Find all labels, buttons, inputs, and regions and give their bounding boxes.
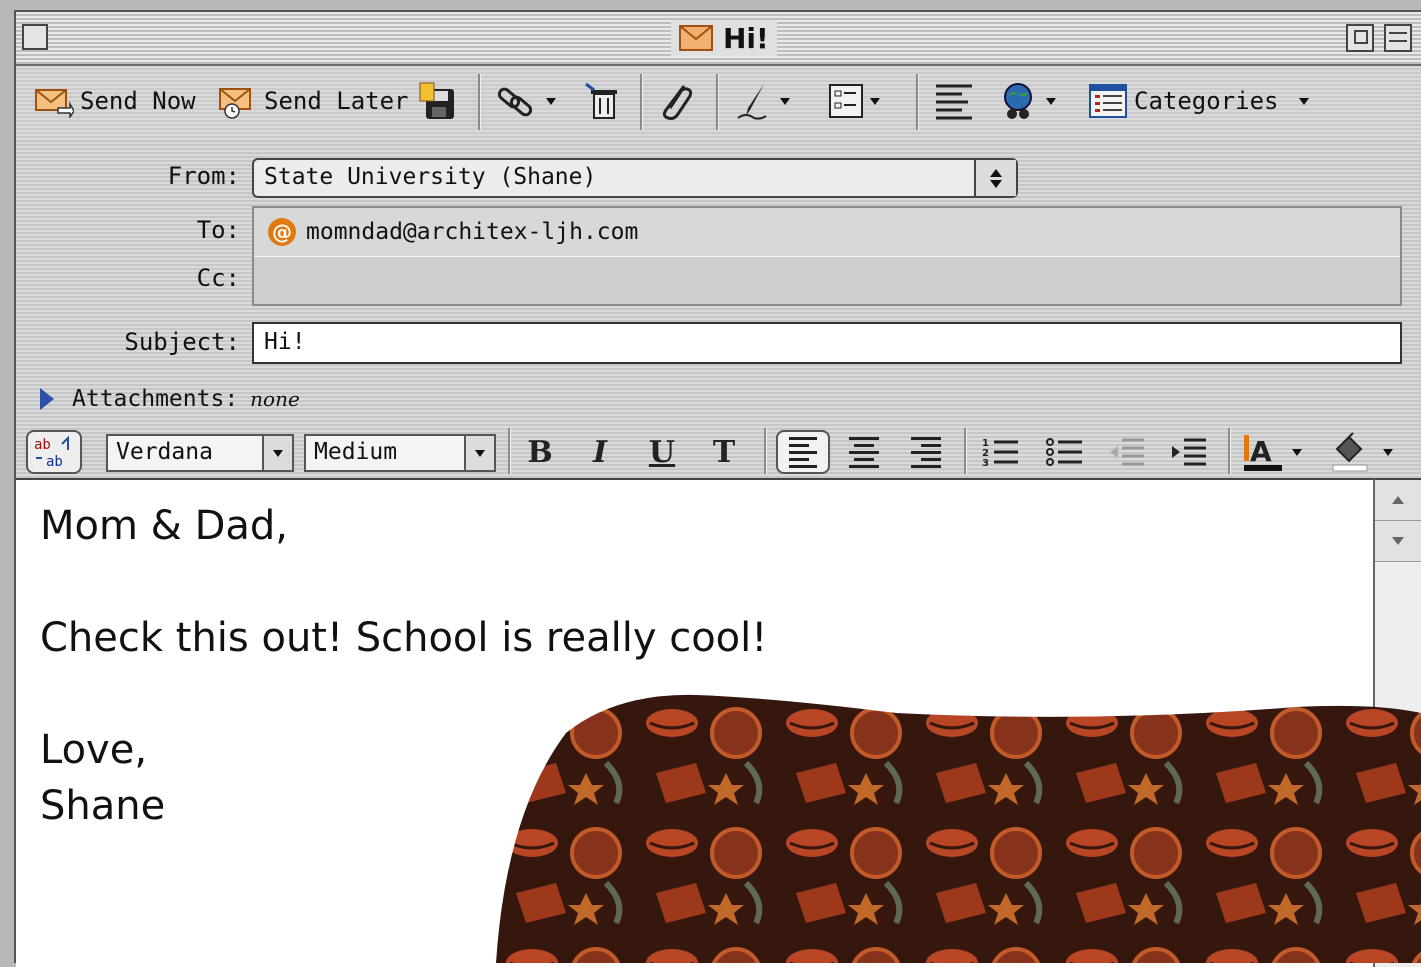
disclosure-triangle-icon[interactable]	[40, 388, 54, 410]
priority-menu-arrow[interactable]	[870, 97, 880, 105]
categories-menu-arrow[interactable]	[1298, 97, 1309, 105]
align-center-icon	[849, 436, 879, 468]
address-list-icon	[932, 80, 976, 122]
zoom-box[interactable]	[1346, 24, 1374, 52]
priority-button[interactable]	[828, 78, 880, 124]
send-now-button[interactable]: Send Now	[34, 78, 196, 124]
send-later-icon	[218, 83, 258, 119]
email-address-icon: @	[268, 218, 296, 246]
spelling-button[interactable]: ab ab	[26, 430, 82, 474]
directory-menu-arrow[interactable]	[1046, 97, 1056, 105]
from-label: From:	[167, 162, 240, 190]
scroll-down-button[interactable]	[1375, 521, 1421, 562]
attachments-row: Attachments: none	[40, 386, 300, 412]
align-left-icon	[789, 436, 817, 468]
window-title: Hi!	[671, 20, 777, 56]
text-color-button[interactable]: A	[1240, 430, 1304, 474]
message-line: Mom & Dad,	[40, 503, 288, 549]
address-list-button[interactable]	[932, 78, 976, 124]
directory-button[interactable]	[998, 78, 1056, 124]
to-field[interactable]: @ momndad@architex-ljh.com	[254, 208, 1400, 257]
numbered-list-icon: 123	[980, 434, 1020, 470]
bullet-list-button[interactable]	[1042, 430, 1086, 474]
send-now-icon	[34, 84, 74, 118]
delete-button[interactable]	[582, 78, 622, 124]
numbered-list-button[interactable]: 123	[978, 430, 1022, 474]
main-toolbar: Send Now Send Later Categories	[16, 66, 1421, 139]
teletype-button[interactable]: T	[706, 430, 742, 474]
align-left-button[interactable]	[776, 430, 830, 474]
paint-bucket-icon	[1329, 431, 1369, 473]
background-color-button[interactable]	[1326, 430, 1396, 474]
spell-check-icon: ab ab	[32, 434, 76, 470]
decrease-indent-button[interactable]	[1104, 430, 1148, 474]
save-disk-icon	[418, 81, 458, 121]
svg-text:ab: ab	[46, 454, 63, 470]
pen-icon	[734, 80, 774, 122]
from-account-popup[interactable]: State University (Shane)	[252, 158, 1018, 198]
signature-button[interactable]	[734, 78, 790, 124]
underline-button[interactable]: U	[644, 430, 680, 474]
increase-indent-button[interactable]	[1166, 430, 1210, 474]
collapse-box[interactable]	[1384, 24, 1412, 52]
close-box[interactable]	[22, 24, 48, 50]
size-select[interactable]: Medium	[304, 434, 496, 472]
svg-text:ab: ab	[34, 437, 51, 453]
svg-text:3: 3	[982, 458, 989, 469]
message-line: Check this out! School is really cool!	[40, 615, 768, 661]
globe-people-icon	[998, 81, 1040, 121]
formatting-toolbar: ab ab Verdana Medium B I U T 1 2 3 A	[16, 422, 1421, 478]
align-right-button[interactable]	[906, 430, 946, 474]
categories-icon	[1088, 83, 1128, 119]
paperclip-icon	[656, 80, 696, 122]
message-header: From: State University (Shane) To: Cc: @…	[16, 138, 1421, 478]
attach-button[interactable]	[656, 78, 696, 124]
trash-icon	[582, 80, 622, 122]
font-select[interactable]: Verdana	[106, 434, 294, 472]
text-color-menu-arrow[interactable]	[1292, 448, 1302, 456]
cc-field[interactable]	[254, 258, 1400, 306]
message-line	[40, 554, 767, 610]
scroll-up-button[interactable]	[1375, 480, 1421, 521]
bullet-list-icon	[1044, 434, 1084, 470]
scroll-down-arrow-icon	[1392, 537, 1404, 545]
from-value: State University (Shane)	[264, 164, 597, 190]
title-bar[interactable]: Hi!	[16, 12, 1421, 66]
text-color-icon: A	[1242, 431, 1284, 473]
categories-button[interactable]: Categories	[1088, 78, 1309, 124]
svg-text:A: A	[1250, 435, 1272, 468]
font-dropdown-arrow-icon	[262, 436, 292, 470]
address-field-box: @ momndad@architex-ljh.com	[252, 206, 1402, 306]
decorative-fabric-image	[496, 694, 1421, 963]
link-icon	[494, 81, 540, 121]
link-button[interactable]	[494, 78, 556, 124]
to-address: momndad@architex-ljh.com	[306, 219, 639, 245]
align-center-button[interactable]	[844, 430, 884, 474]
save-button[interactable]	[418, 78, 458, 124]
indent-icon	[1168, 434, 1208, 470]
size-dropdown-arrow-icon	[464, 436, 494, 470]
attachments-label: Attachments:	[72, 386, 239, 412]
to-label: To:	[196, 216, 240, 244]
subject-input[interactable]: Hi!	[252, 322, 1402, 364]
background-color-menu-arrow[interactable]	[1383, 448, 1393, 456]
signature-menu-arrow[interactable]	[780, 97, 790, 105]
align-right-icon	[911, 436, 941, 468]
envelope-icon	[679, 25, 713, 51]
bold-button[interactable]: B	[522, 430, 558, 474]
scroll-up-arrow-icon	[1392, 496, 1404, 504]
subject-label: Subject:	[124, 328, 240, 356]
cc-label: Cc:	[196, 264, 240, 292]
italic-button[interactable]: I	[582, 430, 618, 474]
popup-arrows-icon	[974, 160, 1016, 196]
send-later-button[interactable]: Send Later	[218, 78, 409, 124]
attachments-value: none	[250, 387, 300, 411]
link-menu-arrow[interactable]	[546, 97, 556, 105]
outdent-icon	[1106, 434, 1146, 470]
window-title-text: Hi!	[723, 21, 769, 55]
list-options-icon	[828, 83, 864, 119]
